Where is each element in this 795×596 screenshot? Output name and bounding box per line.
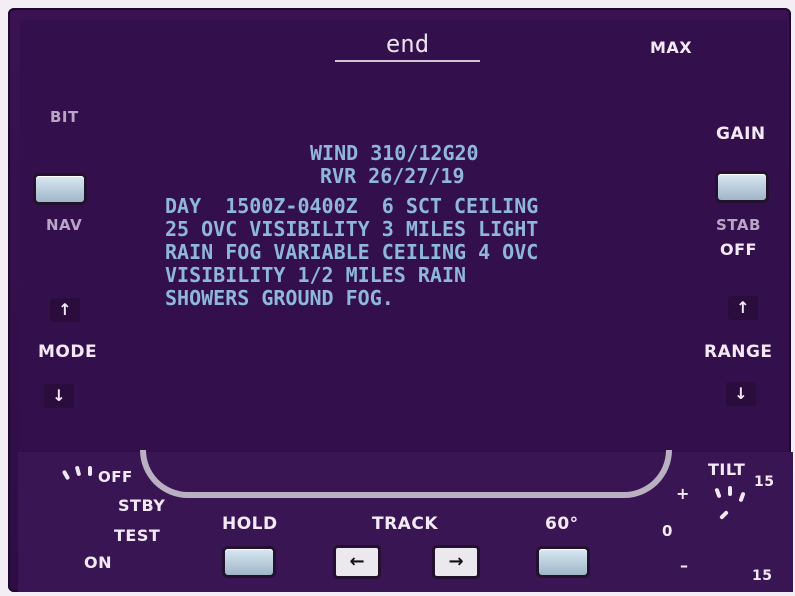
sector-label: 60° (545, 514, 579, 534)
weather-line-4: 25 OVC VISIBILITY 3 MILES LIGHT (165, 217, 539, 241)
nav-label: NAV (46, 216, 83, 234)
range-label: RANGE (704, 342, 773, 362)
sector-button[interactable] (539, 549, 587, 575)
mode-up-button[interactable]: ↑ (50, 298, 80, 322)
off-label: OFF (98, 468, 133, 486)
tilt-knob-tick-icon (728, 486, 732, 496)
nav-button[interactable] (36, 176, 84, 202)
tilt-max-up-label: 15 (754, 474, 775, 490)
weather-line-wind: WIND 310/12G20 (310, 141, 479, 165)
mode-down-button[interactable]: ↓ (44, 384, 74, 408)
tilt-zero-label: 0 (662, 522, 673, 540)
mode-title: end (385, 30, 430, 58)
stab-button[interactable] (718, 174, 766, 200)
tilt-label: TILT (708, 460, 746, 479)
weather-line-3: DAY 1500Z-0400Z 6 SCT CEILING (165, 194, 539, 218)
display-bottom-trim (140, 450, 672, 498)
stab-label: STAB (716, 216, 761, 234)
max-label: MAX (650, 38, 693, 57)
test-label: TEST (114, 526, 161, 545)
mode-label: MODE (38, 342, 98, 362)
bit-label: BIT (50, 108, 79, 126)
track-right-button[interactable]: → (435, 548, 477, 576)
stby-label: STBY (118, 496, 166, 515)
tilt-minus-label: – (680, 556, 689, 575)
hold-button[interactable] (225, 549, 273, 575)
range-up-button[interactable]: ↑ (728, 296, 758, 320)
gain-label: GAIN (716, 124, 766, 144)
title-underline (335, 60, 480, 62)
track-left-button[interactable]: ← (336, 548, 378, 576)
stab-off-label: OFF (720, 240, 757, 259)
weather-line-5: RAIN FOG VARIABLE CEILING 4 OVC (165, 240, 539, 264)
on-label: ON (84, 553, 112, 572)
weather-line-rvr: RVR 26/27/19 (320, 164, 465, 188)
weather-line-6: VISIBILITY 1/2 MILES RAIN (165, 263, 467, 287)
range-down-button[interactable]: ↓ (726, 382, 756, 406)
weather-line-7: SHOWERS GROUND FOG. (165, 286, 394, 310)
hold-label: HOLD (222, 514, 278, 534)
tilt-plus-label: + (676, 484, 690, 503)
track-label: TRACK (372, 514, 438, 534)
mode-knob-tick-icon (88, 466, 92, 476)
tilt-max-down-label: 15 (752, 568, 773, 584)
